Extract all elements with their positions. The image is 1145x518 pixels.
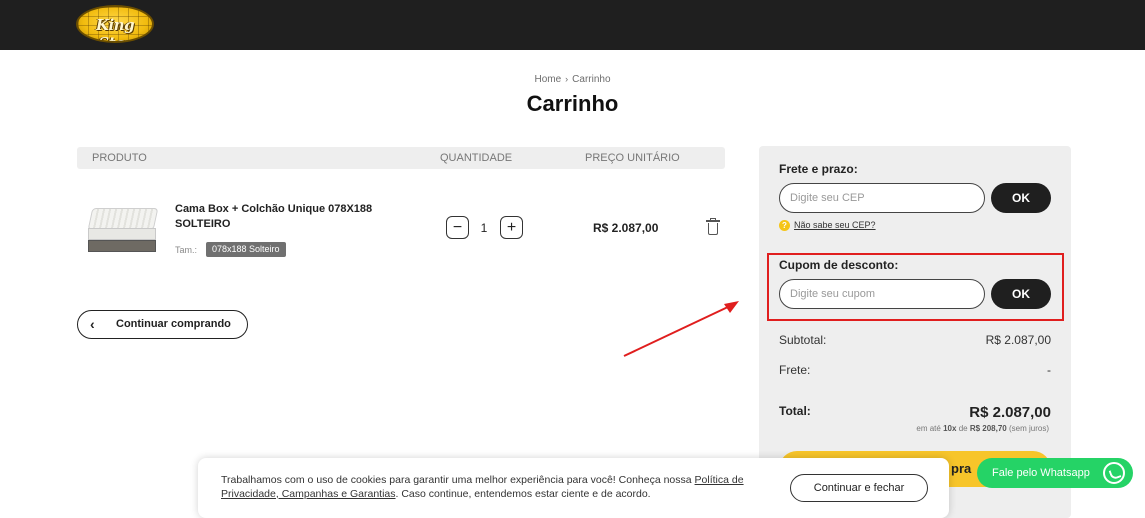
breadcrumb-current: Carrinho [572, 74, 611, 85]
header-quantidade: QUANTIDADE [440, 152, 513, 164]
quantity-increase-button[interactable]: + [500, 216, 523, 239]
shipping-row-value: - [1047, 363, 1051, 377]
whatsapp-label: Fale pelo Whatsapp [992, 467, 1090, 479]
total-label: Total: [779, 404, 811, 418]
logo-text: King Star [95, 16, 135, 43]
chevron-left-icon: ‹ [90, 316, 95, 332]
shipping-row-label: Frete: [779, 363, 811, 377]
continue-shopping-label: Continuar comprando [116, 318, 231, 330]
cookie-text-1: Trabalhamos com o uso de cookies para ga… [221, 474, 692, 486]
whatsapp-icon [1103, 462, 1125, 484]
installments-count: 10x [943, 424, 957, 433]
minus-icon: − [452, 218, 463, 236]
breadcrumb-chevron-icon: › [565, 74, 569, 84]
installments-suffix: (sem juros) [1008, 424, 1049, 433]
subtotal-label: Subtotal: [779, 333, 827, 347]
box-base [88, 240, 156, 252]
header-produto: PRODUTO [92, 152, 147, 164]
cep-help: ? Não sabe seu CEP? [779, 220, 876, 231]
continue-shopping-button[interactable]: ‹ Continuar comprando [77, 310, 248, 339]
installments-prefix: em até [916, 424, 941, 433]
cookie-text: Trabalhamos com o uso de cookies para ga… [221, 474, 776, 501]
breadcrumb-home-link[interactable]: Home [534, 74, 561, 85]
installments-info: em até 10x de R$ 208,70 (sem juros) [916, 424, 1049, 433]
cep-ok-button[interactable]: OK [991, 183, 1051, 213]
breadcrumb: Home › Carrinho [0, 74, 1145, 85]
product-name-link[interactable]: Cama Box + Colchão Unique 078X188 SOLTEI… [175, 202, 405, 232]
total-value: R$ 2.087,00 [969, 404, 1051, 421]
top-header: King Star [0, 0, 1145, 50]
quantity-value: 1 [480, 221, 488, 235]
product-size-label: Tam.: [175, 245, 198, 255]
cep-input[interactable]: Digite seu CEP [779, 183, 985, 213]
coupon-highlight-box [767, 253, 1064, 321]
king-star-logo[interactable]: King Star [76, 5, 154, 43]
cep-placeholder: Digite seu CEP [790, 192, 865, 204]
mattress-side [88, 228, 156, 240]
quantity-decrease-button[interactable]: − [446, 216, 469, 239]
cep-help-link[interactable]: Não sabe seu CEP? [794, 220, 876, 230]
installments-amount: R$ 208,70 [969, 424, 1007, 433]
trash-icon[interactable] [706, 218, 720, 236]
product-image[interactable] [86, 204, 160, 256]
cart-table-header: PRODUTO QUANTIDADE PREÇO UNITÁRIO [77, 147, 725, 169]
mattress-top [87, 208, 159, 230]
shipping-label: Frete e prazo: [779, 162, 858, 176]
unit-price: R$ 2.087,00 [593, 221, 659, 235]
trash-lid [706, 220, 720, 222]
checkout-button-label: pra [951, 461, 972, 476]
whatsapp-button[interactable]: Fale pelo Whatsapp [977, 458, 1133, 488]
product-size-badge: 078x188 Solteiro [206, 242, 286, 257]
cookie-text-2: . Caso continue, entendemos estar ciente… [395, 487, 651, 500]
installments-mid: de [958, 424, 968, 433]
question-icon: ? [779, 220, 790, 231]
cookie-banner: Trabalhamos com o uso de cookies para ga… [198, 458, 949, 518]
cookie-accept-button[interactable]: Continuar e fechar [790, 474, 928, 502]
page-title: Carrinho [526, 91, 619, 116]
header-preco-unitario: PREÇO UNITÁRIO [585, 152, 680, 164]
plus-icon: + [506, 218, 517, 236]
subtotal-value: R$ 2.087,00 [985, 333, 1051, 347]
trash-bin [708, 223, 718, 235]
annotation-arrow-icon [623, 301, 739, 357]
